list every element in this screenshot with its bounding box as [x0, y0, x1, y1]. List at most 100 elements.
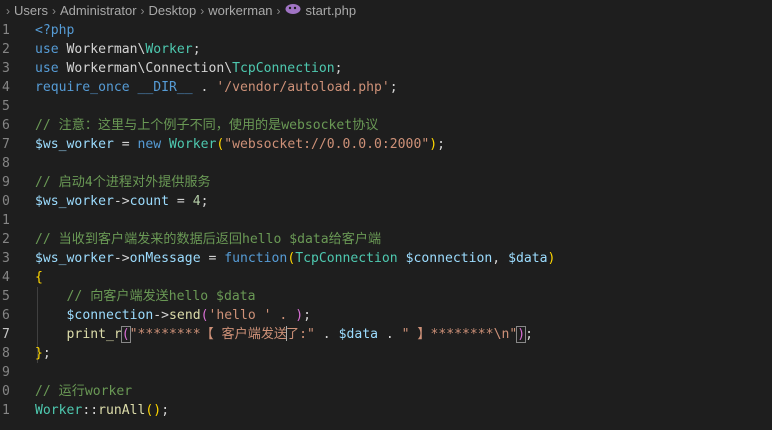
code-line[interactable]: 5 — [0, 97, 772, 116]
code-token: ) — [547, 251, 556, 266]
code-token: 了:" — [286, 327, 315, 342]
code-line[interactable]: 1 Worker::runAll(); — [0, 401, 772, 420]
code-line[interactable]: 0 // 运行worker — [0, 382, 772, 401]
code-line[interactable]: 7 print_r("********【 客户端发送了:" . $data . … — [0, 325, 772, 344]
code-token: \ — [224, 61, 233, 76]
code-text: $ws_worker->count = 4; — [35, 192, 208, 211]
code-token: -> — [113, 194, 130, 209]
code-token: new — [137, 137, 170, 152]
code-token: $data — [508, 251, 548, 266]
line-number: 3 — [2, 61, 10, 76]
code-token: __DIR__ — [137, 80, 193, 95]
code-token: $data — [338, 327, 378, 342]
line-number: 8 — [2, 346, 10, 361]
code-token: ; — [303, 308, 311, 323]
code-line[interactable]: 6 $connection->send('hello ' . ); — [0, 306, 772, 325]
line-number: 5 — [2, 289, 10, 304]
code-line[interactable]: 1 <?php — [0, 21, 772, 40]
code-token: -> — [153, 308, 170, 323]
code-token: ) — [295, 308, 304, 323]
code-line[interactable]: 2 // 当收到客户端发来的数据后返回hello $data给客户端 — [0, 230, 772, 249]
code-text: { — [35, 268, 43, 287]
code-line[interactable]: 6 // 注意：这里与上个例子不同，使用的是websocket协议 — [0, 116, 772, 135]
line-number: 0 — [2, 194, 10, 209]
code-line[interactable]: 3 use Workerman\Connection\TcpConnection; — [0, 59, 772, 78]
line-number: 1 — [2, 403, 10, 418]
code-line[interactable]: 1 — [0, 211, 772, 230]
code-token: $ws_worker — [35, 251, 114, 266]
code-text: use Workerman\Connection\TcpConnection; — [35, 59, 343, 78]
line-number: 4 — [2, 80, 10, 95]
code-token: '/vendor/autoload.php' — [216, 80, 390, 95]
code-token: TcpConnection — [295, 251, 406, 266]
code-text: print_r("********【 客户端发送了:" . $data . " … — [35, 325, 533, 344]
chevron-right-icon: › — [200, 3, 205, 18]
line-number: 2 — [2, 232, 10, 247]
line-number: 0 — [2, 384, 10, 399]
breadcrumb-item-administrator[interactable]: Administrator — [60, 3, 137, 18]
breadcrumb-item-desktop[interactable]: Desktop — [149, 3, 197, 18]
code-token: use — [35, 61, 67, 76]
code-line[interactable]: 4 require_once __DIR__ . '/vendor/autoloa… — [0, 78, 772, 97]
code-text: // 向客户端发送hello $data — [35, 287, 256, 306]
code-line[interactable]: 8}; — [0, 344, 772, 363]
code-line[interactable]: 9 — [0, 363, 772, 382]
code-token: { — [35, 270, 43, 285]
breadcrumb-item-workerman[interactable]: workerman — [208, 3, 272, 18]
code-token: ) — [429, 137, 438, 152]
code-token: runAll — [98, 403, 146, 418]
code-token: " 】********\n" — [401, 327, 518, 342]
chevron-right-icon: › — [276, 3, 281, 18]
code-text: <?php — [35, 21, 74, 40]
line-number: 1 — [2, 23, 10, 38]
code-token: -> — [113, 251, 130, 266]
code-token: "********【 客户端发送 — [129, 327, 288, 342]
code-editor[interactable]: 1 <?php 2 use Workerman\Worker; 3 use Workerm… — [0, 21, 772, 420]
code-token: ; — [525, 327, 533, 342]
code-text: }; — [35, 344, 51, 363]
code-token: Worker — [169, 137, 217, 152]
code-token: $connection — [66, 308, 154, 323]
code-token: . — [377, 327, 402, 342]
code-text: // 当收到客户端发来的数据后返回hello $data给客户端 — [35, 230, 381, 249]
code-token: . — [192, 80, 217, 95]
code-token: ; — [334, 61, 343, 76]
code-token: // 注意：这里与上个例子不同，使用的是websocket协议 — [35, 118, 379, 133]
code-token: ) — [153, 403, 162, 418]
code-token: = — [113, 137, 138, 152]
code-line[interactable]: 4{ — [0, 268, 772, 287]
code-token: count — [129, 194, 170, 209]
code-token: require_once — [35, 80, 138, 95]
chevron-right-icon: › — [140, 3, 145, 18]
code-line[interactable]: 2 use Workerman\Worker; — [0, 40, 772, 59]
line-number: 5 — [2, 99, 10, 114]
code-line[interactable]: 9 // 启动4个进程对外提供服务 — [0, 173, 772, 192]
code-line[interactable]: 8 — [0, 154, 772, 173]
code-token: $ws_worker — [35, 194, 114, 209]
code-line[interactable]: 5 // 向客户端发送hello $data — [0, 287, 772, 306]
code-token: :: — [82, 403, 99, 418]
breadcrumb-file-name[interactable]: start.php — [306, 3, 357, 18]
code-text: // 注意：这里与上个例子不同，使用的是websocket协议 — [35, 116, 378, 135]
code-token: = — [200, 251, 225, 266]
code-token: 4 — [192, 194, 201, 209]
breadcrumb-item-users[interactable]: Users — [14, 3, 48, 18]
code-token: // 当收到客户端发来的数据后返回hello $data给客户端 — [35, 232, 382, 247]
code-text: $ws_worker = new Worker("websocket://0.0… — [35, 135, 445, 154]
code-token: } — [35, 346, 43, 361]
code-text: // 运行worker — [35, 382, 132, 401]
line-number: 3 — [2, 251, 10, 266]
code-token: // 启动4个进程对外提供服务 — [35, 175, 211, 190]
code-line[interactable]: 3 $ws_worker->onMessage = function(TcpCon… — [0, 249, 772, 268]
code-text: Worker::runAll(); — [35, 401, 169, 420]
code-text: $ws_worker->onMessage = function(TcpConn… — [35, 249, 555, 268]
code-line[interactable]: 7 $ws_worker = new Worker("websocket://0.… — [0, 135, 772, 154]
code-text: use Workerman\Worker; — [35, 40, 201, 59]
code-line[interactable]: 0 $ws_worker->count = 4; — [0, 192, 772, 211]
line-number: 4 — [2, 270, 10, 285]
code-token: "websocket://0.0.0.0:2000" — [224, 137, 430, 152]
line-number: 1 — [2, 213, 10, 228]
code-token: . — [314, 327, 339, 342]
